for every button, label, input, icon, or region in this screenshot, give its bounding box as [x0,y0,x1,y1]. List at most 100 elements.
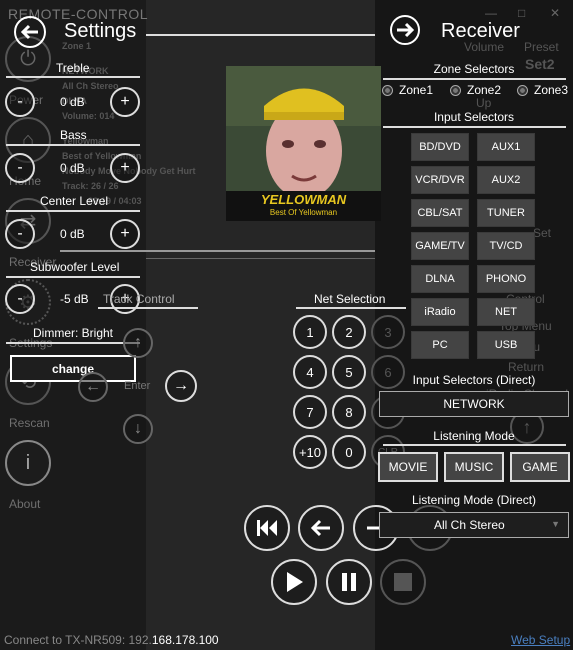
track-control-title: Track Control [103,292,175,306]
bass-minus-button[interactable]: - [5,153,35,183]
connection-status: Connect to TX-NR509: 192.168.178.100 [4,633,219,647]
divider [146,258,375,259]
zone3-radio[interactable] [517,85,528,96]
input-direct-label: Input Selectors (Direct) [412,373,536,387]
np-track: Track: 26 / 26 [62,181,119,191]
listening-game-button[interactable]: GAME [510,452,570,482]
zone3-label: Zone3 [534,83,569,97]
input-game-tv-button[interactable]: GAME/TV [411,232,469,260]
listening-direct-label: Listening Mode (Direct) [411,493,537,507]
treble-label: Treble [56,61,90,75]
net-button-5[interactable]: 5 [332,355,366,389]
settings-title: Settings [64,20,137,42]
subwoofer-level-value: -5 dB [60,292,89,306]
stop-icon[interactable] [380,559,426,605]
about-icon[interactable]: i [5,440,51,486]
divider [6,342,140,344]
input-bd-dvd-button[interactable]: BD/DVD [411,133,469,161]
listening-movie-button[interactable]: MOVIE [378,452,438,482]
bg-set-label: Set [533,226,552,240]
forward-arrow-icon[interactable] [389,14,421,46]
net-button-7[interactable]: 7 [293,395,327,429]
treble-value: 0 dB [60,95,85,109]
bass-label: Bass [60,128,87,142]
close-button[interactable]: ✕ [550,6,560,20]
zone2-radio[interactable] [450,85,461,96]
net-button-plus10[interactable]: +10 [293,435,327,469]
net-button-8[interactable]: 8 [332,395,366,429]
track-enter-button[interactable]: Enter [124,380,150,392]
back-icon[interactable] [298,505,344,551]
zone1-radio[interactable] [382,85,393,96]
input-tv-cd-button[interactable]: TV/CD [477,232,535,260]
net-button-2[interactable]: 2 [332,315,366,349]
input-selectors-label: Input Selectors [433,110,515,124]
input-aux2-button[interactable]: AUX2 [477,166,535,194]
listening-mode-label: Listening Mode [433,429,515,443]
input-dlna-button[interactable]: DLNA [411,265,469,293]
track-down-button[interactable]: ↓ [123,414,153,444]
zone2-label: Zone2 [467,83,502,97]
treble-plus-button[interactable]: + [110,87,140,117]
listening-direct-select[interactable]: All Ch Stereo ▼ [379,512,569,538]
bass-value: 0 dB [60,161,85,175]
album-art: YELLOWMAN Best Of Yellowman [226,66,381,221]
net-button-1[interactable]: 1 [293,315,327,349]
receiver-title: Receiver [441,20,520,42]
nav-label-about: About [9,497,41,511]
header-line [146,34,375,36]
bg-preset-label: Preset [524,40,559,54]
bg-return[interactable]: Return [508,360,544,374]
back-arrow-icon[interactable] [12,14,48,50]
subwoofer-minus-button[interactable]: - [5,284,35,314]
maximize-button[interactable]: □ [518,6,525,20]
divider [383,444,566,446]
input-cbl-sat-button[interactable]: CBL/SAT [411,199,469,227]
net-button-3[interactable]: 3 [371,315,405,349]
dimmer-change-button[interactable]: change [10,355,136,382]
center-minus-button[interactable]: - [5,219,35,249]
web-setup-link[interactable]: Web Setup [511,633,570,647]
listening-music-button[interactable]: MUSIC [444,452,504,482]
connection-ip: 168.178.100 [151,633,219,647]
play-icon[interactable] [271,559,317,605]
previous-track-icon[interactable] [244,505,290,551]
listening-direct-value: All Ch Stereo [434,518,505,532]
dropdown-arrow-icon: ▼ [551,519,560,529]
divider [98,307,198,309]
track-right-button[interactable]: → [165,370,197,402]
divider [6,144,140,146]
dimmer-label: Dimmer: Bright [33,326,114,340]
zone-selectors-label: Zone Selectors [433,62,515,76]
track-up-button[interactable]: ↑ [123,328,153,358]
center-plus-button[interactable]: + [110,219,140,249]
net-button-0[interactable]: 0 [332,435,366,469]
input-pc-button[interactable]: PC [411,331,469,359]
album-art-title: YELLOWMAN [260,192,347,207]
np-mode: All Ch Stereo [62,81,119,91]
input-net-button[interactable]: NET [477,298,535,326]
divider [383,126,566,128]
divider [6,276,140,278]
bass-plus-button[interactable]: + [110,153,140,183]
treble-minus-button[interactable]: - [5,87,35,117]
input-tuner-button[interactable]: TUNER [477,199,535,227]
divider [296,307,406,309]
input-phono-button[interactable]: PHONO [477,265,535,293]
pause-icon[interactable] [326,559,372,605]
minimize-button[interactable]: — [485,6,497,20]
input-vcr-dvr-button[interactable]: VCR/DVR [411,166,469,194]
input-usb-button[interactable]: USB [477,331,535,359]
divider [6,210,140,212]
subwoofer-level-label: Subwoofer Level [30,260,120,274]
track-left-button[interactable]: ← [78,372,108,402]
connection-status-prefix: Connect to TX-NR509: 192. [4,633,152,647]
divider [60,250,375,252]
input-direct-select[interactable]: NETWORK [379,391,569,417]
center-level-value: 0 dB [60,227,85,241]
net-button-4[interactable]: 4 [293,355,327,389]
net-selection-title: Net Selection [314,292,386,306]
input-aux1-button[interactable]: AUX1 [477,133,535,161]
input-iradio-button[interactable]: iRadio [411,298,469,326]
nav-label-rescan: Rescan [9,416,50,430]
